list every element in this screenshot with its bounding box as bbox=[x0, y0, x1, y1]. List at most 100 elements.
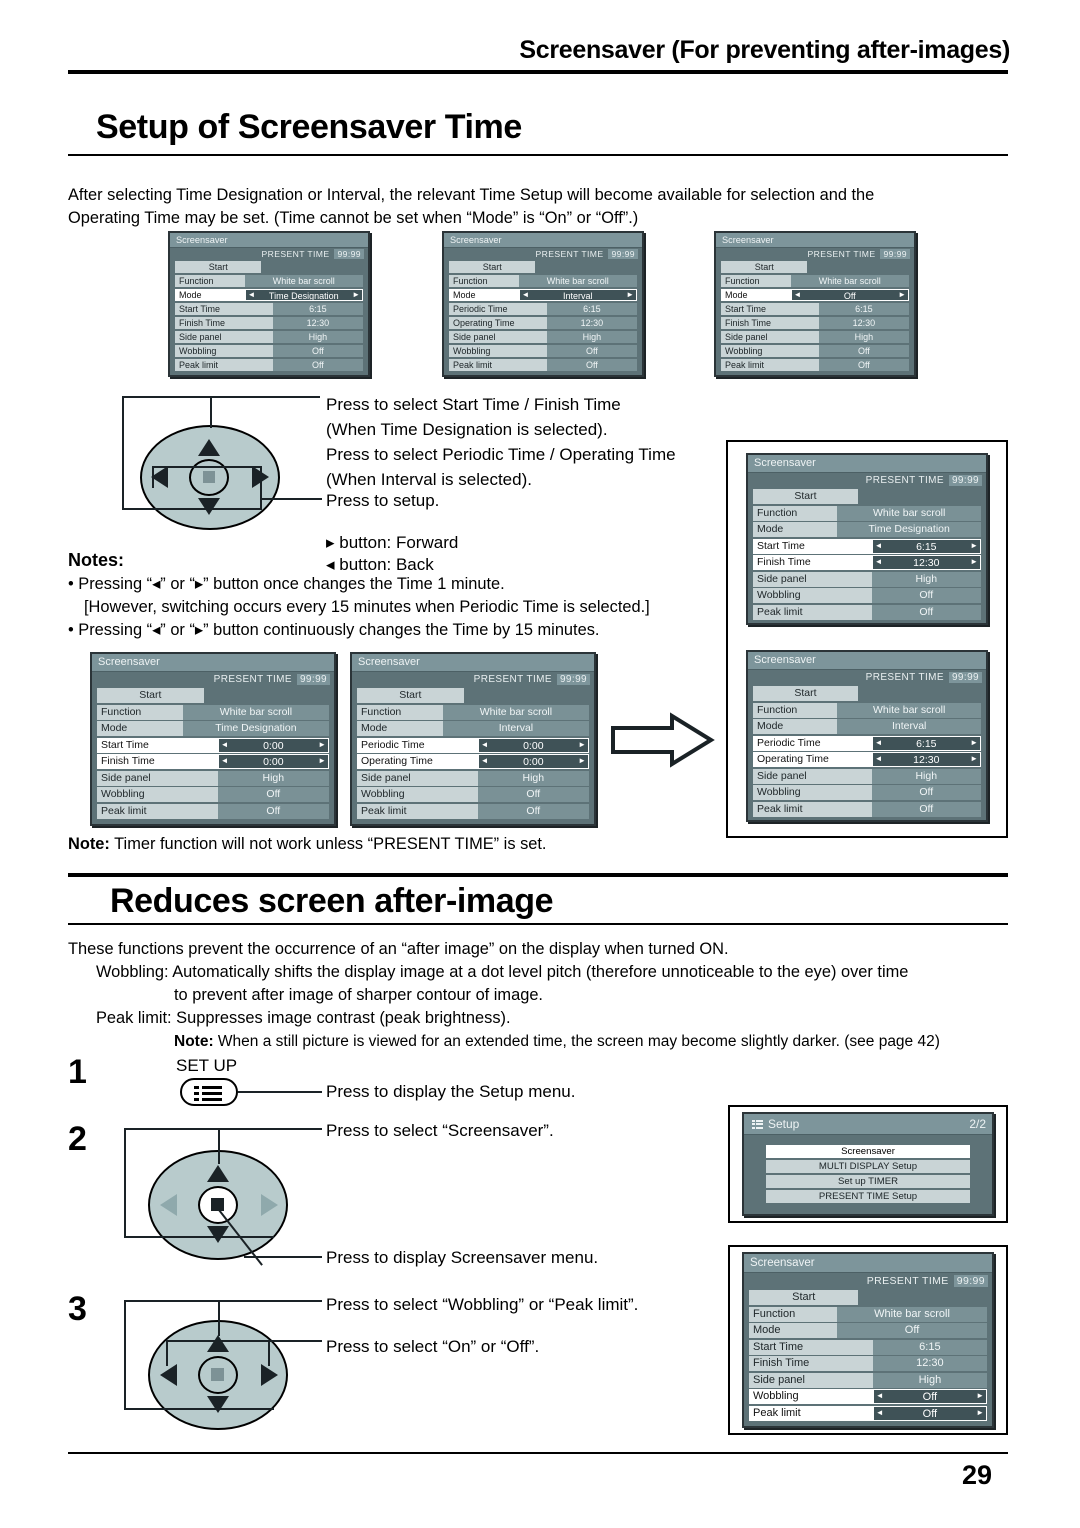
row-value-selector[interactable]: ◄ Off ► bbox=[790, 288, 909, 301]
row-function[interactable]: Function White bar scroll bbox=[749, 1306, 987, 1322]
arrow-left-icon[interactable]: ◄ bbox=[875, 556, 883, 568]
arrow-right-icon[interactable]: ► bbox=[352, 290, 360, 300]
row-function[interactable]: Function White bar scroll bbox=[753, 702, 981, 718]
row-value-selector[interactable]: ◄ 12:30 ► bbox=[871, 555, 981, 570]
row-start-time[interactable]: Start Time 6:15 bbox=[749, 1339, 987, 1355]
row-mode[interactable]: Mode Interval bbox=[357, 721, 589, 736]
start-button[interactable]: Start bbox=[753, 489, 858, 504]
arrow-left-icon[interactable]: ◄ bbox=[875, 737, 883, 749]
row-wobbling[interactable]: Wobbling Off bbox=[721, 344, 909, 357]
arrow-left-icon[interactable]: ◄ bbox=[481, 755, 489, 767]
start-button[interactable]: Start bbox=[357, 688, 464, 703]
row-start-time[interactable]: Start Time ◄ 0:00 ► bbox=[97, 737, 329, 753]
row-peak-limit[interactable]: Peak limit Off bbox=[97, 803, 329, 819]
dpad-center-square[interactable] bbox=[211, 1198, 224, 1211]
dpad-right-icon[interactable] bbox=[261, 1194, 278, 1216]
start-button[interactable]: Start bbox=[97, 688, 204, 703]
dpad-down-icon[interactable] bbox=[198, 498, 220, 515]
row-value-selector[interactable]: ◄ 12:30 ► bbox=[871, 752, 981, 767]
row-side-panel[interactable]: Side panel High bbox=[97, 770, 329, 786]
row-peak-limit[interactable]: Peak limit Off bbox=[175, 358, 363, 371]
row-start-time[interactable]: Start Time 6:15 bbox=[721, 302, 909, 315]
row-value-selector[interactable]: ◄ Interval ► bbox=[518, 288, 637, 301]
dpad-down-icon[interactable] bbox=[207, 1396, 229, 1413]
row-peak-limit[interactable]: Peak limit Off bbox=[721, 358, 909, 371]
remote-dpad-upper[interactable] bbox=[140, 425, 280, 530]
row-wobbling[interactable]: Wobbling Off bbox=[357, 787, 589, 802]
row-side-panel[interactable]: Side panel High bbox=[753, 768, 981, 784]
menu-item-present-time-setup[interactable]: PRESENT TIME Setup bbox=[766, 1190, 970, 1203]
row-finish-time[interactable]: Finish Time 12:30 bbox=[749, 1356, 987, 1371]
row-side-panel[interactable]: Side panel High bbox=[721, 330, 909, 343]
arrow-left-icon[interactable]: ◄ bbox=[876, 1407, 884, 1419]
row-value-selector[interactable]: ◄ 6:15 ► bbox=[871, 538, 981, 554]
row-function[interactable]: Function White bar scroll bbox=[357, 704, 589, 720]
row-side-panel[interactable]: Side panel High bbox=[753, 571, 981, 587]
row-start-time[interactable]: Start Time 6:15 bbox=[175, 302, 363, 315]
row-function[interactable]: Function White bar scroll bbox=[175, 274, 363, 287]
row-value-selector[interactable]: ◄ 0:00 ► bbox=[217, 754, 329, 769]
arrow-right-icon[interactable]: ► bbox=[318, 739, 326, 751]
row-finish-time[interactable]: Finish Time 12:30 bbox=[175, 316, 363, 329]
row-periodic-time[interactable]: Periodic Time ◄ 6:15 ► bbox=[753, 735, 981, 751]
arrow-left-icon[interactable]: ◄ bbox=[248, 290, 256, 300]
row-operating-time[interactable]: Operating Time ◄ 12:30 ► bbox=[753, 752, 981, 767]
dpad-up-icon[interactable] bbox=[207, 1165, 229, 1182]
row-value-selector[interactable]: ◄ Time Designation ► bbox=[244, 288, 363, 301]
start-button[interactable]: Start bbox=[721, 261, 808, 273]
dpad-left-icon[interactable] bbox=[160, 1364, 177, 1386]
arrow-right-icon[interactable]: ► bbox=[578, 739, 586, 751]
dpad-down-icon[interactable] bbox=[207, 1226, 229, 1243]
start-button[interactable]: Start bbox=[449, 261, 536, 273]
row-mode[interactable]: Mode Off bbox=[749, 1323, 987, 1338]
row-start-time[interactable]: Start Time ◄ 6:15 ► bbox=[753, 538, 981, 554]
menu-item-set-up-timer[interactable]: Set up TIMER bbox=[766, 1175, 970, 1188]
row-mode[interactable]: Mode ◄ Off ► bbox=[721, 288, 909, 301]
row-wobbling[interactable]: Wobbling ◄ Off ► bbox=[749, 1389, 987, 1404]
arrow-left-icon[interactable]: ◄ bbox=[876, 1390, 884, 1402]
row-mode[interactable]: Mode Time Designation bbox=[753, 522, 981, 537]
row-peak-limit[interactable]: Peak limit ◄ Off ► bbox=[749, 1405, 987, 1421]
row-wobbling[interactable]: Wobbling Off bbox=[97, 787, 329, 802]
row-mode[interactable]: Mode Interval bbox=[753, 719, 981, 734]
row-peak-limit[interactable]: Peak limit Off bbox=[449, 358, 637, 371]
row-value-selector[interactable]: ◄ 0:00 ► bbox=[477, 754, 589, 769]
arrow-left-icon[interactable]: ◄ bbox=[221, 755, 229, 767]
row-mode[interactable]: Mode ◄ Interval ► bbox=[449, 288, 637, 301]
row-value-selector[interactable]: ◄ 0:00 ► bbox=[217, 737, 329, 753]
row-wobbling[interactable]: Wobbling Off bbox=[449, 344, 637, 357]
arrow-left-icon[interactable]: ◄ bbox=[875, 540, 883, 552]
arrow-right-icon[interactable]: ► bbox=[976, 1407, 984, 1419]
row-side-panel[interactable]: Side panel High bbox=[357, 770, 589, 786]
dpad-center-square[interactable] bbox=[211, 1368, 224, 1381]
row-side-panel[interactable]: Side panel High bbox=[449, 330, 637, 343]
arrow-left-icon[interactable]: ◄ bbox=[875, 753, 883, 765]
row-operating-time[interactable]: Operating Time ◄ 0:00 ► bbox=[357, 754, 589, 769]
row-operating-time[interactable]: Operating Time 12:30 bbox=[449, 316, 637, 329]
row-function[interactable]: Function White bar scroll bbox=[97, 704, 329, 720]
setup-button[interactable] bbox=[180, 1078, 238, 1106]
row-wobbling[interactable]: Wobbling Off bbox=[753, 588, 981, 603]
row-wobbling[interactable]: Wobbling Off bbox=[175, 344, 363, 357]
arrow-right-icon[interactable]: ► bbox=[970, 540, 978, 552]
row-peak-limit[interactable]: Peak limit Off bbox=[753, 801, 981, 817]
menu-item-screensaver[interactable]: Screensaver bbox=[766, 1145, 970, 1158]
arrow-right-icon[interactable]: ► bbox=[318, 755, 326, 767]
arrow-left-icon[interactable]: ◄ bbox=[221, 739, 229, 751]
dpad-right-icon[interactable] bbox=[261, 1364, 278, 1386]
arrow-right-icon[interactable]: ► bbox=[976, 1390, 984, 1402]
arrow-right-icon[interactable]: ► bbox=[970, 737, 978, 749]
row-function[interactable]: Function White bar scroll bbox=[721, 274, 909, 287]
remote-dpad-step3[interactable] bbox=[148, 1320, 288, 1430]
row-wobbling[interactable]: Wobbling Off bbox=[753, 785, 981, 800]
dpad-up-icon[interactable] bbox=[198, 439, 220, 456]
menu-item-multi-display-setup[interactable]: MULTI DISPLAY Setup bbox=[766, 1160, 970, 1173]
start-button[interactable]: Start bbox=[753, 686, 858, 701]
arrow-left-icon[interactable]: ◄ bbox=[794, 290, 802, 300]
row-value-selector[interactable]: ◄ Off ► bbox=[872, 1389, 987, 1404]
row-mode[interactable]: Mode Time Designation bbox=[97, 721, 329, 736]
row-finish-time[interactable]: Finish Time ◄ 0:00 ► bbox=[97, 754, 329, 769]
row-function[interactable]: Function White bar scroll bbox=[449, 274, 637, 287]
row-value-selector[interactable]: ◄ 0:00 ► bbox=[477, 737, 589, 753]
row-value-selector[interactable]: ◄ Off ► bbox=[872, 1405, 987, 1421]
